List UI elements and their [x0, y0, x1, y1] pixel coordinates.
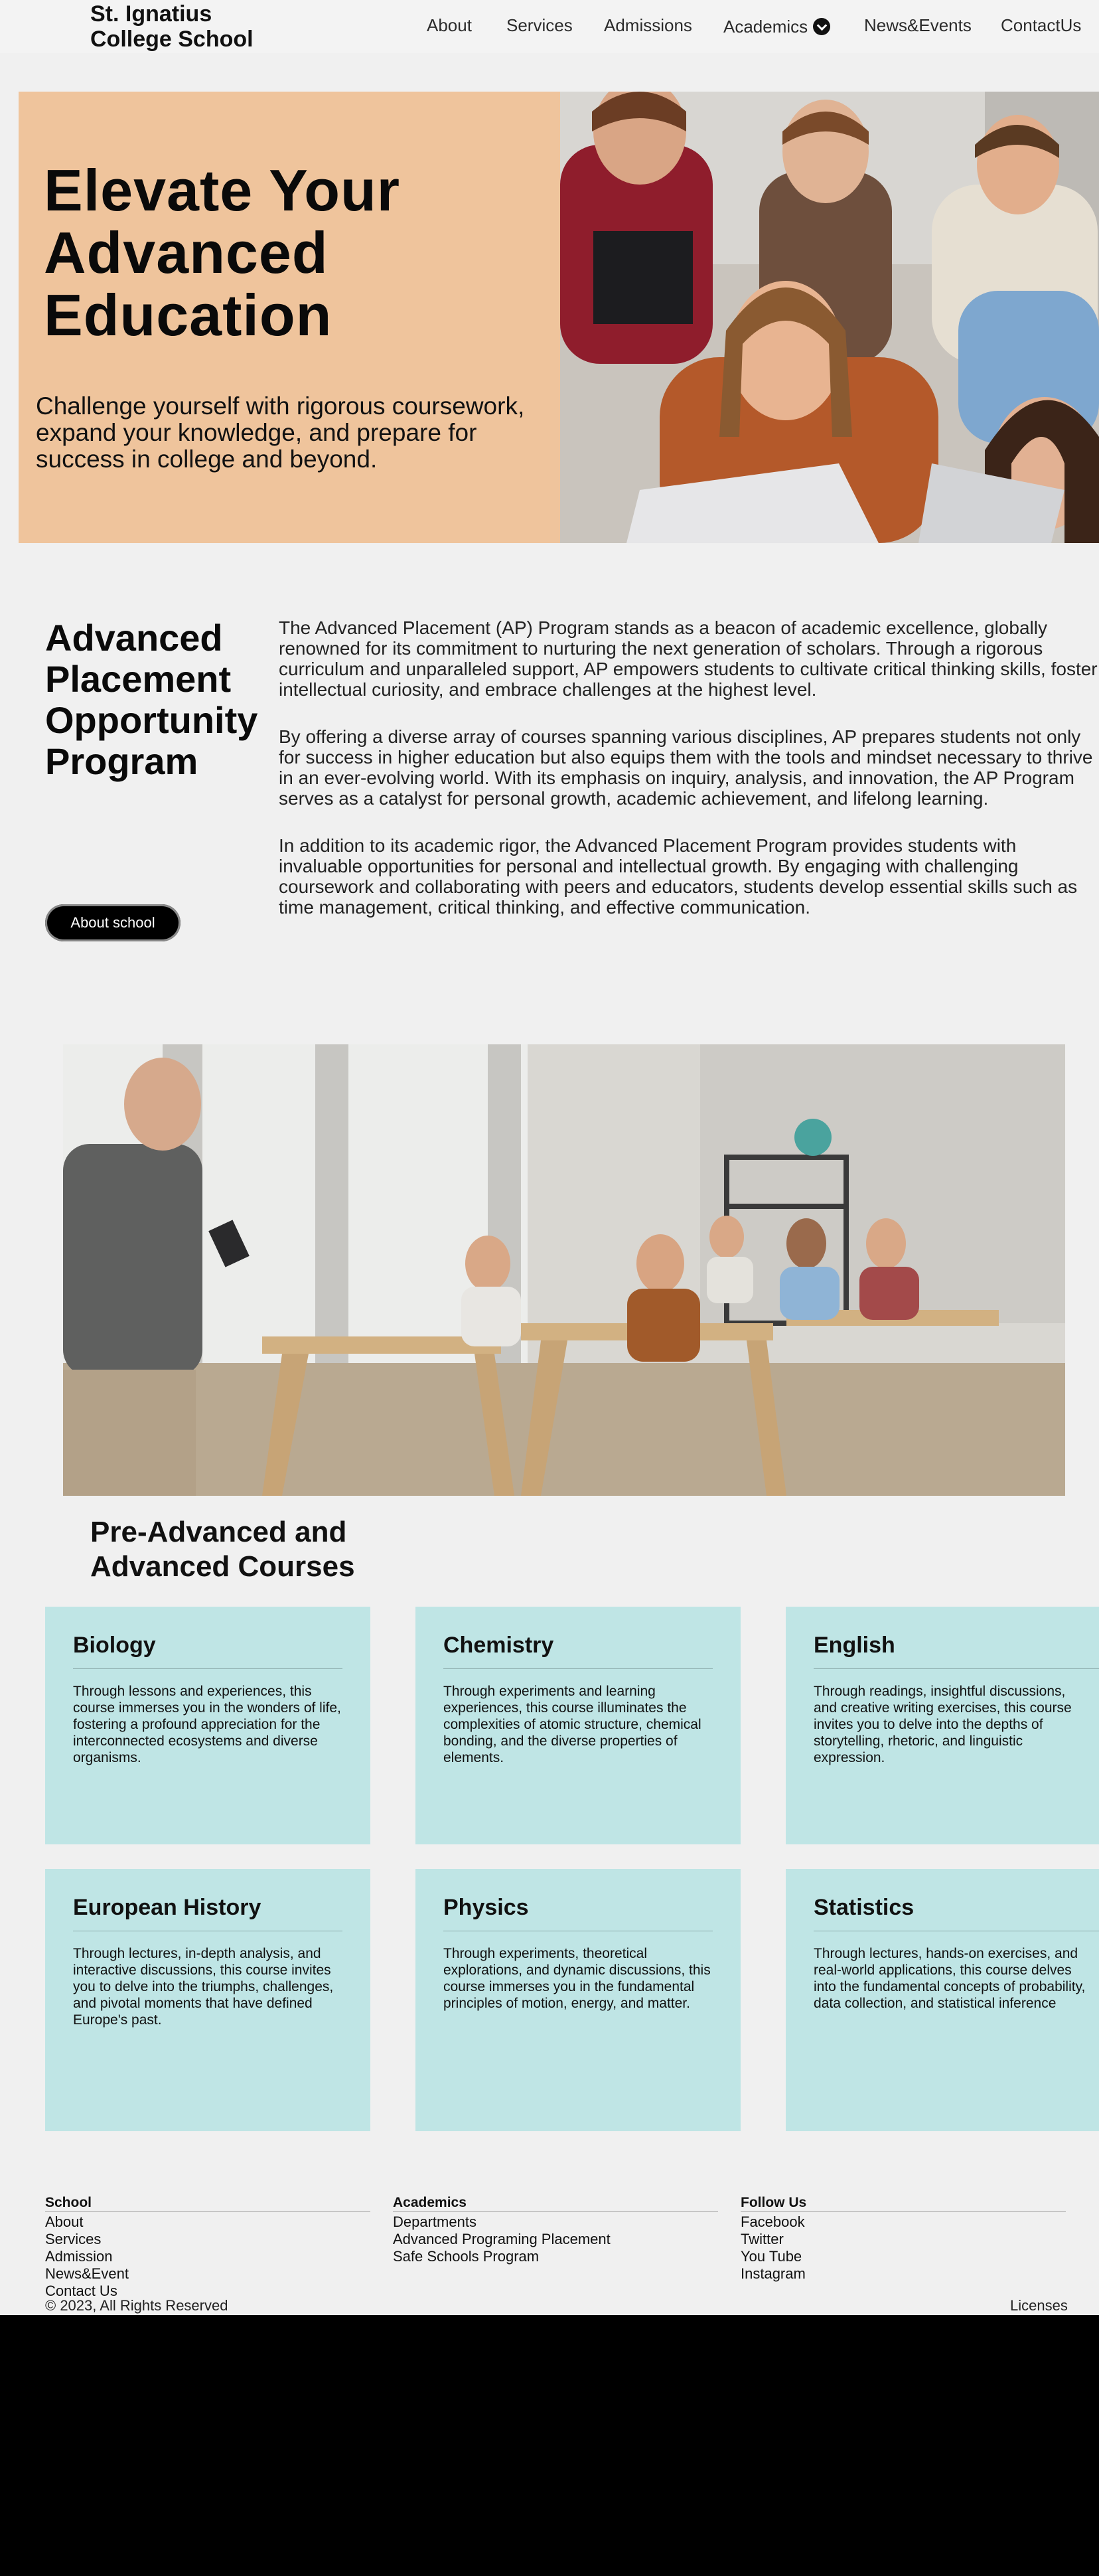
ap-paragraph: The Advanced Placement (AP) Program stan… [279, 617, 1098, 700]
course-card-statistics[interactable]: Statistics Through lectures, hands-on ex… [786, 1869, 1099, 2131]
course-title: Physics [443, 1895, 529, 1920]
hero-students-image [560, 92, 1099, 543]
footer-link-services[interactable]: Services [45, 2231, 370, 2248]
brand-name[interactable]: St. Ignatius College School [90, 1, 276, 52]
hero-section: Elevate Your Advanced Education Challeng… [19, 92, 1099, 543]
footer-link-admission[interactable]: Admission [45, 2248, 370, 2265]
divider [814, 1668, 1099, 1669]
course-title: Biology [73, 1633, 156, 1658]
courses-section-title: Pre-Advanced and Advanced Courses [90, 1516, 355, 1583]
footer-link-advanced-placement[interactable]: Advanced Programing Placement [393, 2231, 718, 2248]
row-gap [0, 1844, 1099, 1869]
about-school-button[interactable]: About school [45, 904, 181, 941]
footer-heading: School [45, 2195, 92, 2210]
divider [73, 1668, 342, 1669]
footer-heading: Academics [393, 2195, 467, 2210]
footer-link-departments[interactable]: Departments [393, 2214, 718, 2231]
footer-link-safe-schools[interactable]: Safe Schools Program [393, 2248, 718, 2265]
footer-column-academics: Academics Departments Advanced Programin… [393, 2195, 718, 2265]
course-card-physics[interactable]: Physics Through experiments, theoretical… [415, 1869, 741, 2131]
course-description: Through experiments, theoretical explora… [443, 1946, 711, 2011]
course-title: Chemistry [443, 1633, 554, 1658]
course-description: Through lectures, in-depth analysis, and… [73, 1946, 334, 2028]
footer-heading: Follow Us [741, 2195, 807, 2210]
hero-subtitle: Challenge yourself with rigorous coursew… [36, 392, 525, 473]
footer-column-school: School About Services Admission News&Eve… [45, 2195, 370, 2300]
nav-admissions[interactable]: Admissions [604, 15, 692, 36]
classroom-image [63, 1044, 1065, 1496]
course-title: Statistics [814, 1895, 915, 1920]
hero-title: Elevate Your Advanced Education [44, 157, 400, 348]
course-title: English [814, 1633, 895, 1658]
course-description: Through lessons and experiences, this co… [73, 1684, 341, 1765]
course-card-biology[interactable]: Biology Through lessons and experiences,… [45, 1607, 370, 1869]
copyright-text: © 2023, All Rights Reserved [45, 2297, 228, 2314]
ap-paragraph: In addition to its academic rigor, the A… [279, 835, 1078, 918]
course-card-english[interactable]: English Through readings, insightful dis… [786, 1607, 1099, 1869]
licenses-link[interactable]: Licenses [1010, 2297, 1068, 2314]
ap-section-title: Advanced Placement Opportunity Program [45, 617, 258, 782]
ap-paragraph: By offering a diverse array of courses s… [279, 726, 1093, 809]
page: St. Ignatius College School About Servic… [0, 0, 1099, 2315]
ap-description: The Advanced Placement (AP) Program stan… [279, 617, 1099, 944]
course-card-chemistry[interactable]: Chemistry Through experiments and learni… [415, 1607, 741, 1869]
nav-about[interactable]: About [427, 15, 472, 36]
footer-link-instagram[interactable]: Instagram [741, 2265, 1066, 2283]
divider [443, 1668, 713, 1669]
nav-academics[interactable]: Academics [723, 16, 831, 37]
footer-link-twitter[interactable]: Twitter [741, 2231, 1066, 2248]
site-header: St. Ignatius College School About Servic… [0, 0, 1099, 53]
chevron-down-icon[interactable] [813, 18, 831, 36]
footer-link-news-event[interactable]: News&Event [45, 2265, 370, 2283]
hero-panel: Elevate Your Advanced Education Challeng… [19, 92, 560, 543]
footer-link-youtube[interactable]: You Tube [741, 2248, 1066, 2265]
nav-services[interactable]: Services [506, 15, 573, 36]
course-card-european-history[interactable]: European History Through lectures, in-de… [45, 1869, 370, 2131]
nav-contact-us[interactable]: ContactUs [1001, 15, 1081, 36]
course-title: European History [73, 1895, 261, 1920]
course-description: Through lectures, hands-on exercises, an… [814, 1946, 1086, 2011]
footer-link-facebook[interactable]: Facebook [741, 2214, 1066, 2231]
course-description: Through readings, insightful discussions… [814, 1684, 1072, 1765]
footer-column-follow-us: Follow Us Facebook Twitter You Tube Inst… [741, 2195, 1066, 2283]
footer-link-about[interactable]: About [45, 2214, 370, 2231]
nav-academics-label: Academics [723, 17, 808, 37]
course-description: Through experiments and learning experie… [443, 1684, 701, 1765]
nav-news-events[interactable]: News&Events [864, 15, 972, 36]
